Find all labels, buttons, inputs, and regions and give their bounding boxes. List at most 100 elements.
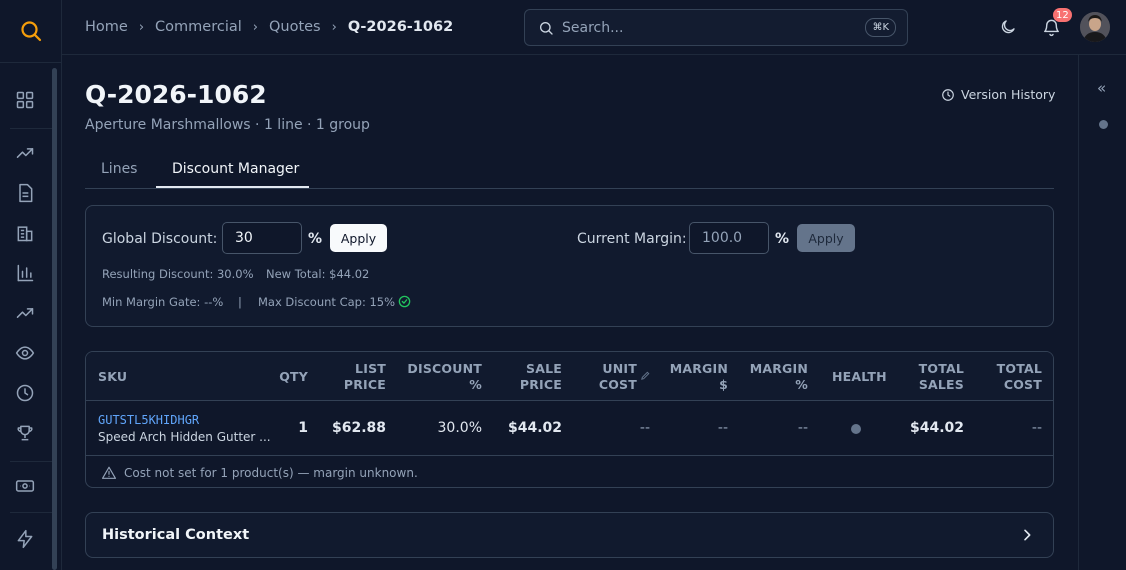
- cost-warning: Cost not set for 1 product(s) — margin u…: [86, 455, 1053, 487]
- col-unit-cost-line1: UNIT: [602, 361, 637, 376]
- col-discount[interactable]: DISCOUNT %: [382, 361, 482, 393]
- avatar[interactable]: [1080, 12, 1110, 42]
- cell-margin-dollar: --: [717, 420, 728, 436]
- cell-discount[interactable]: 30.0%: [392, 420, 482, 436]
- col-unit-cost[interactable]: UNIT COST: [567, 361, 637, 393]
- resulting-discount: Resulting Discount: 30.0%: [102, 267, 254, 281]
- search-box[interactable]: ⌘K: [524, 9, 908, 46]
- discount-panel: Global Discount: % Apply Current Margin:…: [85, 205, 1054, 327]
- version-history-button[interactable]: Version History: [941, 87, 1055, 102]
- building-icon[interactable]: [13, 221, 37, 245]
- breadcrumb-quotes[interactable]: Quotes: [269, 19, 321, 35]
- col-sale-price-line1: SALE: [526, 361, 562, 376]
- cell-margin-pct: --: [797, 420, 808, 436]
- breadcrumb-home[interactable]: Home: [85, 19, 128, 35]
- col-margin-pct[interactable]: MARGIN %: [738, 361, 808, 393]
- cell-total-cost: --: [1031, 420, 1042, 436]
- active-tab-indicator: [156, 186, 309, 188]
- expand-panel-icon[interactable]: «: [1097, 79, 1106, 97]
- col-margin-pct-line1: MARGIN: [749, 361, 808, 376]
- min-margin-gate: Min Margin Gate: --%: [102, 295, 224, 309]
- warning-text: Cost not set for 1 product(s) — margin u…: [124, 466, 418, 480]
- col-total-sales[interactable]: TOTAL SALES: [894, 361, 964, 393]
- notification-badge: 12: [1053, 8, 1072, 22]
- apply-margin-button[interactable]: Apply: [797, 224, 855, 252]
- rail-scrollbar[interactable]: [52, 68, 57, 570]
- clock-icon[interactable]: [13, 381, 37, 405]
- col-list-price-line1: LIST: [355, 361, 386, 376]
- shortcut-hint: ⌘K: [865, 18, 896, 37]
- col-total-cost-line1: TOTAL: [996, 361, 1042, 376]
- col-total-cost-line2: COST: [1003, 377, 1042, 392]
- col-total-sales-line1: TOTAL: [918, 361, 964, 376]
- right-panel: «: [1078, 55, 1126, 570]
- current-margin-label: Current Margin:: [577, 231, 687, 247]
- col-list-price[interactable]: LIST PRICE: [316, 361, 386, 393]
- rail-divider-2: [10, 461, 52, 462]
- lightning-icon[interactable]: [13, 527, 37, 551]
- trending-up-icon-2[interactable]: [13, 301, 37, 325]
- moon-icon[interactable]: [997, 16, 1019, 38]
- col-margin-dollar[interactable]: MARGIN $: [658, 361, 728, 393]
- global-discount-label: Global Discount:: [102, 231, 218, 247]
- new-total: New Total: $44.02: [266, 267, 370, 281]
- col-health[interactable]: HEALTH: [832, 369, 887, 385]
- left-rail: [0, 0, 62, 570]
- page-title: Q-2026-1062: [85, 80, 267, 109]
- breadcrumb-current: Q-2026-1062: [347, 19, 454, 35]
- chevron-right-icon: [1024, 529, 1031, 541]
- col-qty[interactable]: QTY: [268, 369, 308, 385]
- cell-list-price: $62.88: [331, 420, 386, 436]
- breadcrumb-commercial[interactable]: Commercial: [155, 19, 242, 35]
- col-margin-pct-line2: %: [795, 377, 808, 392]
- top-bar: Home › Commercial › Quotes › Q-2026-1062…: [62, 0, 1126, 55]
- col-sku[interactable]: SKU: [98, 369, 127, 385]
- search-icon: [540, 21, 553, 35]
- bar-chart-icon[interactable]: [13, 261, 37, 285]
- chevron-right-icon: ›: [331, 19, 337, 35]
- sku-link[interactable]: GUTSTL5KHIDHGR: [98, 413, 199, 427]
- trophy-icon[interactable]: [13, 421, 37, 445]
- chevron-right-icon: ›: [138, 19, 145, 35]
- breadcrumb: Home › Commercial › Quotes › Q-2026-1062: [85, 17, 453, 37]
- current-margin-input[interactable]: [689, 222, 769, 254]
- tab-lines[interactable]: Lines: [101, 161, 137, 177]
- cell-total-sales: $44.02: [909, 420, 964, 436]
- tab-discount-manager[interactable]: Discount Manager: [172, 161, 299, 177]
- cell-sale-price: $44.02: [507, 420, 562, 436]
- apply-discount-button[interactable]: Apply: [330, 224, 387, 252]
- global-discount-input[interactable]: [222, 222, 302, 254]
- col-sale-price[interactable]: SALE PRICE: [492, 361, 562, 393]
- dashboard-icon[interactable]: [13, 88, 37, 112]
- col-discount-line1: DISCOUNT: [407, 361, 482, 376]
- document-icon[interactable]: [13, 181, 37, 205]
- current-margin-pct: %: [775, 231, 790, 247]
- check-circle-icon: [398, 295, 411, 308]
- cell-unit-cost[interactable]: --: [570, 420, 650, 436]
- edit-pencil-icon[interactable]: [640, 370, 651, 381]
- eye-icon[interactable]: [13, 341, 37, 365]
- col-margin-dollar-line2: $: [719, 377, 728, 392]
- global-discount-pct: %: [308, 231, 323, 247]
- history-icon: [942, 88, 954, 101]
- version-history-label: Version History: [961, 87, 1056, 102]
- historical-context-section[interactable]: Historical Context: [85, 512, 1054, 558]
- health-indicator: [851, 424, 861, 434]
- warning-icon: [102, 466, 116, 479]
- tab-bar: Lines Discount Manager: [85, 152, 1054, 189]
- page-subtitle: Aperture Marshmallows · 1 line · 1 group: [85, 117, 370, 133]
- trending-up-icon[interactable]: [13, 141, 37, 165]
- cell-qty: 1: [298, 420, 308, 436]
- money-icon[interactable]: [13, 474, 37, 498]
- col-discount-line2: %: [469, 377, 482, 392]
- chevron-right-icon: ›: [252, 19, 258, 35]
- rail-divider: [10, 128, 52, 129]
- rail-divider-3: [10, 512, 52, 513]
- product-name: Speed Arch Hidden Gutter ...: [98, 430, 271, 444]
- panel-indicator: [1099, 120, 1108, 129]
- col-total-cost[interactable]: TOTAL COST: [972, 361, 1042, 393]
- search-input[interactable]: [562, 19, 852, 36]
- app-logo[interactable]: [0, 0, 62, 63]
- col-total-sales-line2: SALES: [918, 377, 964, 392]
- line-items-table: SKU QTY LIST PRICE DISCOUNT % SALE PRICE…: [85, 351, 1054, 488]
